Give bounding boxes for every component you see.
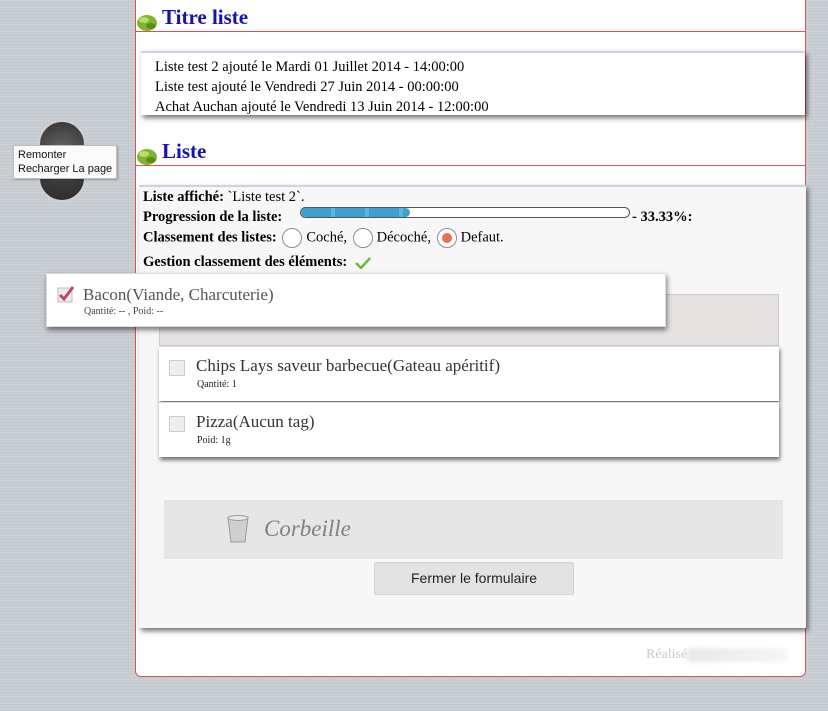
check-icon[interactable]	[354, 256, 371, 269]
element-sort-label: Gestion classement des éléments:	[143, 254, 348, 270]
history-line: Liste test ajouté le Vendredi 27 Juin 20…	[155, 79, 459, 95]
redacted-name	[687, 647, 788, 662]
element-sort-line: Gestion classement des éléments:	[143, 254, 371, 271]
progress-line: Progression de la liste:	[143, 209, 282, 226]
side-menu: Remonter Recharger La page	[13, 145, 118, 179]
green-ball-icon	[137, 149, 157, 165]
item-name: Pizza(Aucun tag)	[196, 412, 315, 431]
item-name: Bacon(Viande, Charcuterie)	[83, 285, 274, 304]
displayed-list-label: Liste affiché:	[143, 189, 224, 205]
history-line: Achat Auchan ajouté le Vendredi 13 Juin …	[155, 99, 489, 115]
section-title-titre: Titre liste	[162, 5, 249, 29]
close-form-button[interactable]: Fermer le formulaire	[374, 562, 574, 595]
checked-checkbox-icon[interactable]	[57, 285, 75, 303]
sort-option-label: Décoché,	[376, 229, 431, 246]
progress-bar	[300, 207, 630, 218]
progress-percent: - 33.33%:	[632, 209, 693, 225]
sort-label: Classement des listes:	[143, 229, 277, 246]
item-details: Qantité: -- , Poid: --	[84, 306, 164, 317]
sort-option-label: Defaut.	[460, 229, 504, 246]
section-title-liste: Liste	[162, 139, 207, 163]
titre-liste-header: Titre liste	[136, 1, 805, 32]
displayed-list-value: `Liste test 2`.	[223, 189, 305, 205]
reload-page-link[interactable]: Recharger La page	[18, 162, 112, 176]
sort-line: Classement des listes: Coché, Décoché, D…	[143, 228, 504, 248]
progress-fill	[301, 208, 411, 217]
history-line: Liste test 2 ajouté le Mardi 01 Juillet …	[155, 59, 465, 75]
displayed-list-line: Liste affiché: `Liste test 2`.	[143, 189, 304, 206]
sort-radio-decoche[interactable]	[352, 228, 373, 248]
sort-radio-coche[interactable]	[282, 228, 303, 248]
sort-option-label: Coché,	[306, 229, 348, 246]
list-form-box: Liste affiché: `Liste test 2`. Progressi…	[139, 185, 806, 628]
footer-credit: Réalisé	[646, 647, 788, 663]
list-item[interactable]: Chips Lays saveur barbecue(Gateau apérit…	[159, 346, 779, 401]
dragged-list-item[interactable]: Bacon(Viande, Charcuterie) Qantité: -- ,…	[46, 273, 666, 327]
progress-percent-wrap: - 33.33%:	[632, 209, 692, 226]
progress-label: Progression de la liste:	[143, 209, 283, 225]
trash-glass-icon	[227, 515, 249, 543]
liste-header: Liste	[136, 135, 805, 166]
footer-text: Réalisé	[646, 647, 688, 662]
item-details: Poid: 1g	[197, 435, 231, 446]
trash-dropzone[interactable]: Corbeille	[164, 500, 783, 559]
item-checkbox[interactable]	[169, 360, 185, 376]
green-ball-icon	[137, 15, 157, 31]
sort-radio-defaut[interactable]	[436, 228, 457, 248]
trash-label: Corbeille	[264, 516, 351, 541]
main-panel: Titre liste Liste test 2 ajouté le Mardi…	[135, 0, 806, 677]
item-checkbox[interactable]	[169, 416, 185, 432]
item-details: Qantité: 1	[197, 379, 237, 390]
item-name: Chips Lays saveur barbecue(Gateau apérit…	[196, 356, 500, 375]
scroll-up-link[interactable]: Remonter	[18, 148, 112, 162]
list-history-box: Liste test 2 ajouté le Mardi 01 Juillet …	[141, 51, 805, 115]
list-item[interactable]: Pizza(Aucun tag) Poid: 1g	[159, 402, 779, 457]
